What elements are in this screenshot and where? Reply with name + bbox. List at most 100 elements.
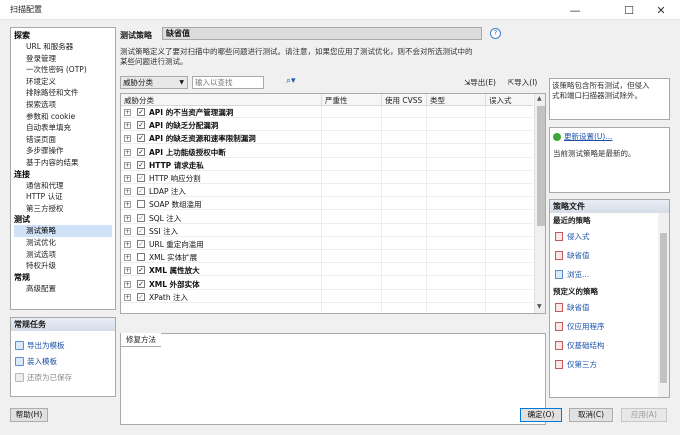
table-row[interactable]: + ✓ API 的不当资产管理漏洞 — [121, 107, 533, 118]
expand-icon[interactable]: + — [124, 122, 131, 130]
nav-item[interactable]: 通信和代理 — [14, 180, 112, 192]
row-checkbox[interactable]: ✓ — [137, 174, 145, 182]
table-row[interactable]: + ✓ API 上功能级授权中断 — [121, 147, 533, 158]
nav-item[interactable]: 一次性密码 (OTP) — [14, 64, 112, 76]
table-row[interactable]: + ✓ XPath 注入 — [121, 292, 533, 303]
nav-item[interactable]: 环境定义 — [14, 76, 112, 88]
nav-item[interactable]: 自动表单填充 — [14, 122, 112, 134]
table-row[interactable]: + ✓ API 的缺乏分配漏洞 — [121, 120, 533, 132]
table-row[interactable]: + ✓ API 的缺乏资源和速率限制漏洞 — [121, 133, 533, 145]
table-row[interactable]: + ✓ HTTP 响应分割 — [121, 173, 533, 184]
column-header-invasive[interactable]: 误入式 — [489, 95, 512, 106]
scroll-thumb[interactable] — [537, 106, 545, 226]
table-row[interactable]: + ✓ LDAP 注入 — [121, 186, 533, 198]
table-row[interactable]: + ✓ SQL 注入 — [121, 213, 533, 224]
apply-button[interactable]: 应用(A) — [621, 408, 667, 422]
minimize-icon[interactable]: — — [560, 0, 590, 20]
table-row[interactable]: + ✓ XML 属性放大 — [121, 265, 533, 277]
expand-icon[interactable]: + — [124, 148, 131, 156]
nav-item[interactable]: 探索选项 — [14, 99, 112, 111]
expand-icon[interactable]: + — [124, 254, 131, 262]
expand-icon[interactable]: + — [124, 135, 131, 143]
row-checkbox[interactable] — [137, 200, 145, 209]
row-checkbox[interactable]: ✓ — [137, 226, 145, 235]
nav-item[interactable]: 测试策略 — [14, 225, 112, 237]
find-icon[interactable]: ⌕▾ — [286, 76, 296, 86]
column-header-threat[interactable]: 威胁分类 — [124, 95, 154, 106]
nav-item[interactable]: 参数和 cookie — [14, 111, 112, 123]
table-row[interactable]: + SOAP 数组滥用 — [121, 199, 533, 211]
nav-item[interactable]: HTTP 认证 — [14, 191, 112, 203]
row-checkbox[interactable]: ✓ — [137, 266, 145, 275]
recent-policy-item[interactable]: 浏览... — [550, 265, 669, 284]
expand-icon[interactable]: + — [124, 188, 131, 196]
grid-scrollbar[interactable]: ▲ ▼ — [534, 94, 545, 313]
load-template-task[interactable]: 装入模板 — [11, 353, 115, 369]
nav-item[interactable]: 第三方授权 — [14, 203, 112, 215]
expand-icon[interactable]: + — [124, 175, 131, 182]
policy-name-field[interactable]: 缺省值 — [162, 27, 482, 40]
nav-item[interactable]: 测试优化 — [14, 237, 112, 249]
table-row[interactable]: + ✓ URL 重定向滥用 — [121, 239, 533, 250]
predefined-policy-item[interactable]: 仅应用程序 — [550, 317, 669, 336]
expand-icon[interactable]: + — [124, 227, 131, 235]
predefined-policy-item[interactable]: 缺省值 — [550, 298, 669, 317]
row-checkbox[interactable]: ✓ — [137, 213, 145, 222]
export-template-task[interactable]: 导出为模板 — [11, 337, 115, 353]
maximize-icon[interactable]: ☐ — [614, 0, 644, 20]
nav-item[interactable]: URL 和服务器 — [14, 41, 112, 53]
row-checkbox[interactable]: ✓ — [137, 134, 145, 143]
table-row[interactable]: + ✓ XML 外部实体 — [121, 279, 533, 290]
expand-icon[interactable]: + — [124, 161, 131, 169]
group-by-select[interactable]: 威胁分类 ▼ — [120, 76, 188, 89]
nav-item[interactable]: 错误页面 — [14, 134, 112, 146]
nav-item[interactable]: 排除路径和文件 — [14, 87, 112, 99]
row-checkbox[interactable] — [137, 253, 145, 262]
tab-fix-method[interactable]: 修复方法 — [121, 333, 161, 347]
cancel-button[interactable]: 取消(C) — [569, 408, 613, 422]
recent-policy-item[interactable]: 侵入式 — [550, 227, 669, 246]
column-header-cvss[interactable]: 使用 CVSS — [385, 95, 422, 106]
close-icon[interactable]: ✕ — [646, 0, 676, 20]
predefined-policy-item[interactable]: 仅基础结构 — [550, 336, 669, 355]
scroll-up-icon[interactable]: ▲ — [537, 95, 542, 102]
row-checkbox[interactable]: ✓ — [137, 187, 145, 196]
row-checkbox[interactable]: ✓ — [137, 121, 145, 130]
help-button[interactable]: 帮助(H) — [10, 408, 48, 422]
revert-saved-task[interactable]: 还原为已保存 — [11, 369, 115, 385]
expand-icon[interactable]: + — [124, 241, 131, 248]
expand-icon[interactable]: + — [124, 214, 131, 222]
nav-item[interactable]: 测试选项 — [14, 249, 112, 261]
search-input[interactable]: 输入以查找 — [192, 76, 264, 89]
nav-item[interactable]: 高级配置 — [14, 283, 112, 295]
expand-icon[interactable]: + — [124, 109, 131, 116]
row-checkbox[interactable]: ✓ — [137, 292, 145, 301]
nav-item[interactable]: 特权升级 — [14, 260, 112, 272]
table-row[interactable]: + ✓ SSI 注入 — [121, 226, 533, 237]
column-header-type[interactable]: 类型 — [430, 95, 445, 106]
expand-icon[interactable]: + — [124, 280, 131, 288]
policy-files-scroll-thumb[interactable] — [660, 233, 667, 383]
recent-policy-item[interactable]: 缺省值 — [550, 246, 669, 265]
table-row[interactable]: + ✓ HTTP 请求走私 — [121, 160, 533, 171]
expand-icon[interactable]: + — [124, 267, 131, 275]
row-checkbox[interactable]: ✓ — [137, 240, 145, 248]
row-checkbox[interactable]: ✓ — [137, 147, 145, 156]
row-checkbox[interactable]: ✓ — [137, 160, 145, 169]
expand-icon[interactable]: + — [124, 293, 131, 301]
ok-button[interactable]: 确定(O) — [520, 408, 562, 422]
update-settings-link[interactable]: 更新设置(U)... — [553, 131, 666, 142]
help-icon[interactable]: ? — [490, 28, 501, 39]
scroll-down-icon[interactable]: ▼ — [537, 303, 542, 310]
nav-item[interactable]: 基于内容的结果 — [14, 157, 112, 169]
column-header-severity[interactable]: 严重性 — [325, 95, 348, 106]
import-button[interactable]: ⇱导入(I) — [508, 77, 537, 88]
policy-files-scrollbar[interactable] — [658, 213, 669, 397]
table-row[interactable]: + XML 实体扩展 — [121, 252, 533, 264]
expand-icon[interactable]: + — [124, 201, 131, 209]
row-checkbox[interactable]: ✓ — [137, 279, 145, 288]
row-checkbox[interactable]: ✓ — [137, 108, 145, 116]
nav-item[interactable]: 登录管理 — [14, 53, 112, 65]
nav-item[interactable]: 多步骤操作 — [14, 145, 112, 157]
predefined-policy-item[interactable]: 仅第三方 — [550, 355, 669, 374]
